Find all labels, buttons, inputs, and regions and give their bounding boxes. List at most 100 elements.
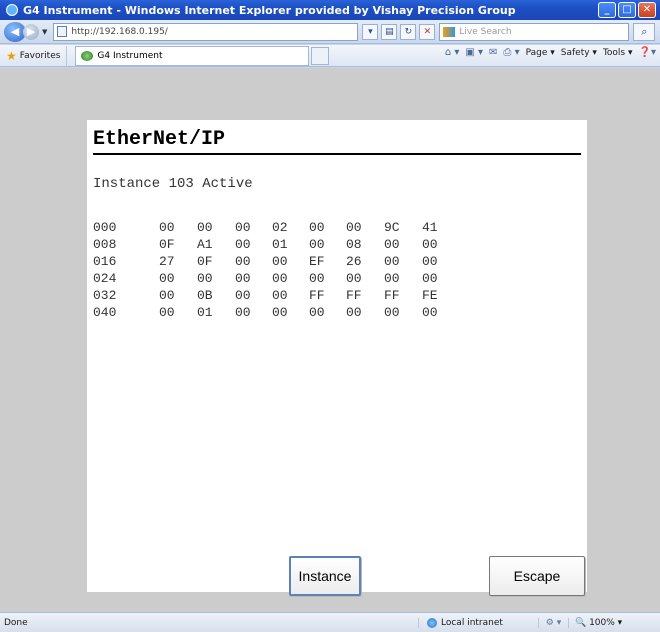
safety-menu[interactable]: Safety ▾ <box>561 48 597 58</box>
hex-byte: 00 <box>235 288 251 303</box>
instrument-panel: EtherNet/IP Instance 103 Active 000 00 0… <box>87 120 587 596</box>
hex-offset: 016 <box>93 254 117 269</box>
hex-byte: 00 <box>309 220 325 235</box>
hex-byte: 00 <box>159 288 175 303</box>
hex-byte: 00 <box>197 220 213 235</box>
feeds-icon[interactable]: ▣ ▾ <box>465 47 483 58</box>
command-bar: ⌂ ▾ ▣ ▾ ✉ ⎙ ▾ Page ▾ Safety ▾ Tools ▾ ❓▾ <box>445 47 656 58</box>
hex-byte: 00 <box>384 237 400 252</box>
hex-byte: EF <box>309 254 325 269</box>
url-dropdown-chevron-icon[interactable]: ▾ <box>362 23 379 40</box>
hex-byte: FF <box>384 288 400 303</box>
hex-byte: 00 <box>235 271 251 286</box>
zoom-level: 100% <box>589 617 615 628</box>
protected-mode-icon[interactable]: ⚙ ▾ <box>538 617 568 628</box>
zone-label: Local intranet <box>441 617 503 628</box>
tools-menu[interactable]: Tools ▾ <box>603 48 633 58</box>
close-button[interactable]: ✕ <box>638 2 656 18</box>
recent-pages-chevron-icon[interactable]: ▼ <box>42 28 47 36</box>
hex-byte: 00 <box>235 220 251 235</box>
tab-g4-instrument[interactable]: G4 Instrument <box>75 45 310 66</box>
minimize-button[interactable]: _ <box>598 2 616 18</box>
hex-byte: 41 <box>422 220 438 235</box>
escape-button[interactable]: Escape <box>489 556 585 596</box>
new-tab-button[interactable] <box>311 46 330 65</box>
hex-byte: 00 <box>422 271 438 286</box>
star-icon: ★ <box>6 48 17 63</box>
address-bar: ◀ ▶ ▼ http://192.168.0.195/ ▾ ▤ ↻ ✕ Live… <box>0 20 660 44</box>
hex-byte: 00 <box>346 220 362 235</box>
help-icon[interactable]: ❓▾ <box>639 47 656 58</box>
security-zone[interactable]: Local intranet <box>418 617 538 628</box>
hex-offset: 032 <box>93 288 117 303</box>
search-placeholder: Live Search <box>459 26 512 37</box>
hex-byte: 00 <box>272 271 288 286</box>
hex-byte: 00 <box>235 254 251 269</box>
hex-byte: 00 <box>346 271 362 286</box>
hex-byte: FF <box>309 288 325 303</box>
hex-byte: A1 <box>197 237 213 252</box>
hex-byte: 02 <box>272 220 288 235</box>
hex-byte: 08 <box>346 237 362 252</box>
address-tools: ▾ ▤ ↻ ✕ <box>362 23 436 40</box>
hex-offset: 024 <box>93 271 117 286</box>
forward-button[interactable]: ▶ <box>23 23 39 40</box>
hex-byte: 00 <box>272 305 288 320</box>
page-menu[interactable]: Page ▾ <box>526 48 555 58</box>
hex-byte: 00 <box>346 305 362 320</box>
status-text: Done <box>4 617 28 628</box>
hex-byte: 0F <box>159 237 175 252</box>
hex-byte: 00 <box>384 271 400 286</box>
hex-byte: 0F <box>197 254 213 269</box>
ie-icon <box>6 4 18 16</box>
live-search-icon <box>443 26 456 37</box>
hex-byte: 00 <box>272 254 288 269</box>
hex-byte: 00 <box>235 237 251 252</box>
content-area: EtherNet/IP Instance 103 Active 000 00 0… <box>0 68 660 612</box>
maximize-button[interactable]: □ <box>618 2 636 18</box>
window-title: G4 Instrument - Windows Internet Explore… <box>23 3 516 17</box>
hex-byte: 01 <box>272 237 288 252</box>
hex-byte: 00 <box>159 271 175 286</box>
hex-byte: 00 <box>159 220 175 235</box>
compatibility-icon[interactable]: ▤ <box>381 23 398 40</box>
home-icon[interactable]: ⌂ ▾ <box>445 47 460 58</box>
refresh-icon[interactable]: ↻ <box>400 23 417 40</box>
favorites-button[interactable]: ★ Favorites <box>0 45 68 66</box>
page-title: EtherNet/IP <box>93 128 226 151</box>
hex-byte: FE <box>422 288 438 303</box>
url-input[interactable]: http://192.168.0.195/ <box>53 22 359 41</box>
hex-offset: 040 <box>93 305 117 320</box>
hex-byte: 27 <box>159 254 175 269</box>
hex-byte: 00 <box>384 305 400 320</box>
hex-byte: 00 <box>384 254 400 269</box>
search-icon[interactable]: ⌕ <box>633 22 656 41</box>
hex-byte: 00 <box>235 305 251 320</box>
hex-byte: 01 <box>197 305 213 320</box>
hex-byte: 00 <box>422 305 438 320</box>
hex-byte: 00 <box>272 288 288 303</box>
hex-byte: 00 <box>422 254 438 269</box>
hex-byte: 26 <box>346 254 362 269</box>
favorites-label: Favorites <box>19 50 61 61</box>
hex-byte: 00 <box>159 305 175 320</box>
mail-icon[interactable]: ✉ <box>489 47 497 58</box>
search-input[interactable]: Live Search <box>439 22 630 41</box>
print-icon[interactable]: ⎙ ▾ <box>503 47 519 58</box>
title-bar: G4 Instrument - Windows Internet Explore… <box>0 0 660 20</box>
zoom-control[interactable]: 🔍 100% ▾ <box>568 617 622 628</box>
stop-icon[interactable]: ✕ <box>419 23 436 40</box>
globe-icon <box>427 617 437 628</box>
instance-button[interactable]: Instance <box>289 556 361 596</box>
hex-byte: 00 <box>309 305 325 320</box>
title-divider <box>93 153 581 155</box>
hex-byte: 00 <box>309 271 325 286</box>
hex-offset: 008 <box>93 237 117 252</box>
page-icon <box>57 26 68 37</box>
favorites-bar: ★ Favorites G4 Instrument ⌂ ▾ ▣ ▾ ✉ ⎙ ▾ … <box>0 45 660 67</box>
url-text: http://192.168.0.195/ <box>71 26 168 37</box>
instance-status: Instance 103 Active <box>93 176 253 192</box>
hex-byte: 00 <box>197 271 213 286</box>
window-controls: _ □ ✕ <box>598 2 656 18</box>
tab-icon <box>81 50 94 61</box>
